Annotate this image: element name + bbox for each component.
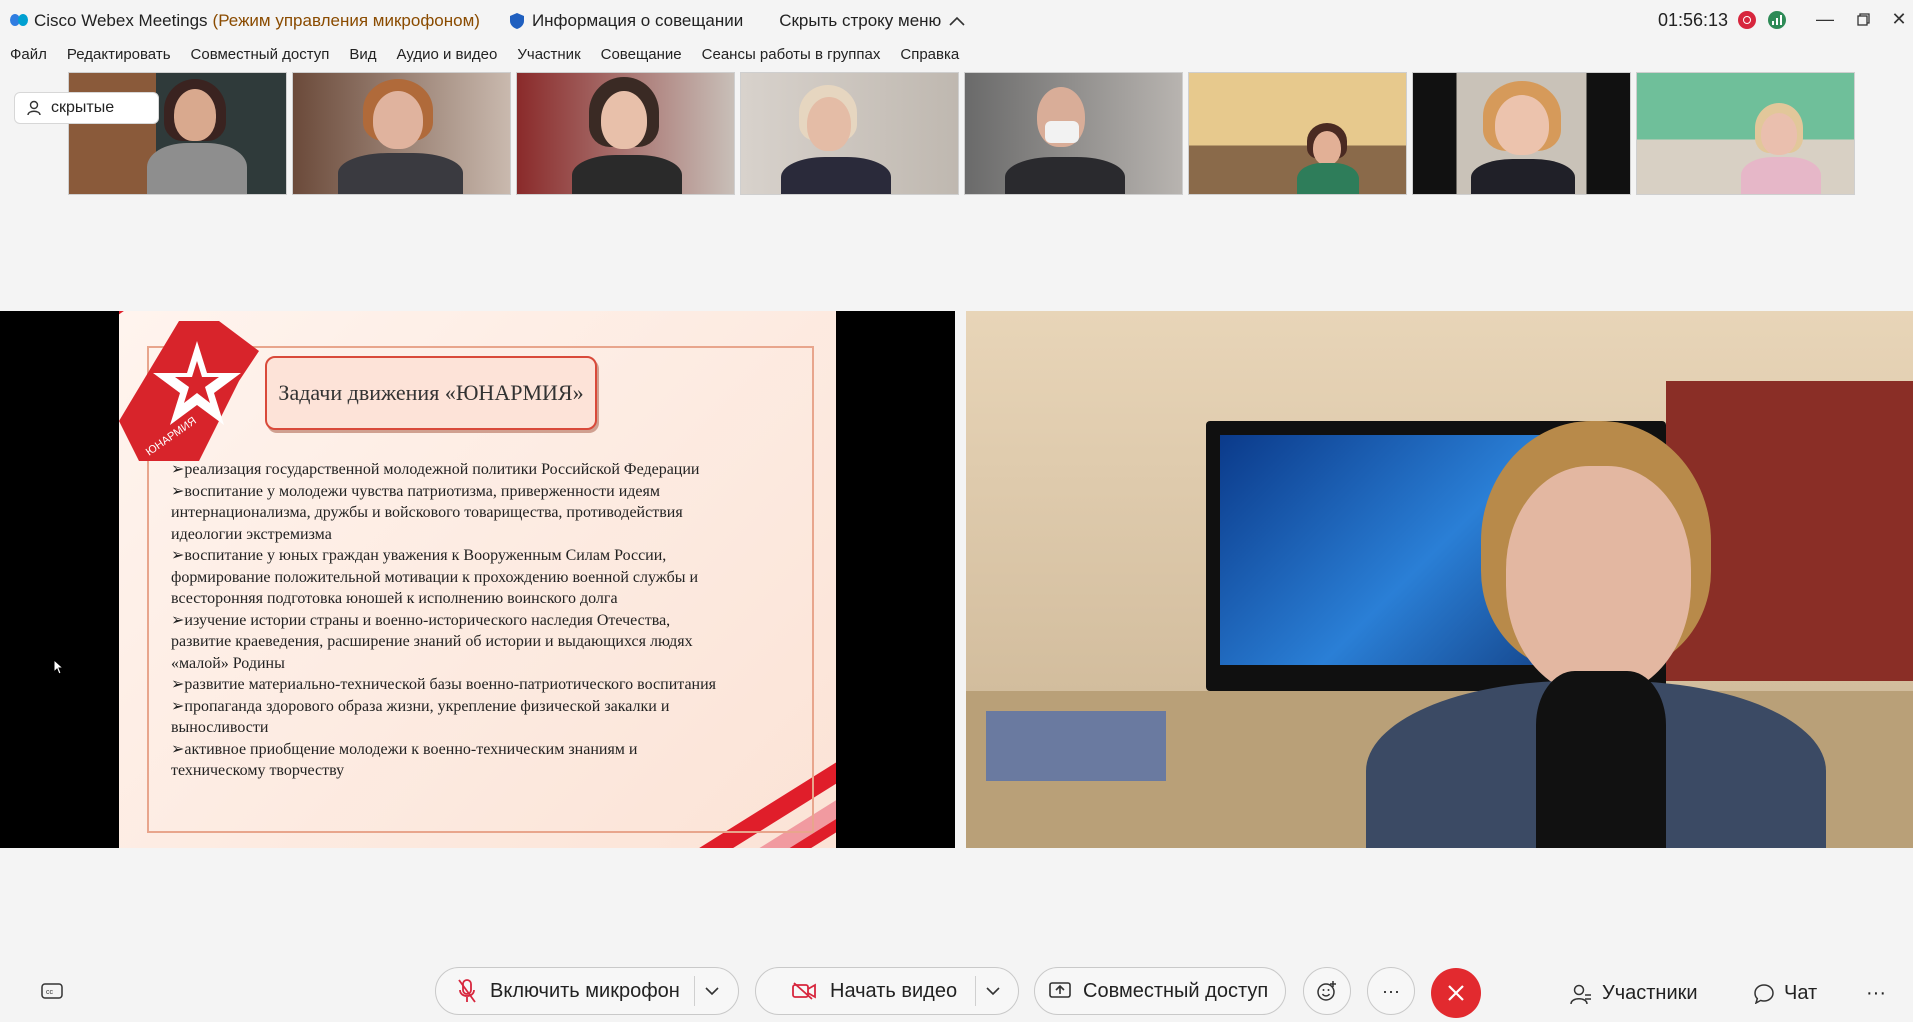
closed-captions-icon: cc <box>41 983 63 999</box>
participant-video[interactable] <box>1636 72 1855 195</box>
participant-video[interactable] <box>964 72 1183 195</box>
slide-line: ➢изучение истории страны и военно-истори… <box>171 611 671 629</box>
unmute-label: Включить микрофон <box>490 979 680 1002</box>
menu-participant[interactable]: Участник <box>517 46 580 68</box>
speaker-face <box>1506 466 1691 696</box>
menu-help[interactable]: Справка <box>900 46 959 68</box>
unmute-button[interactable]: Включить микрофон <box>435 967 739 1015</box>
panel-options-label: ··· <box>1866 982 1886 1004</box>
chevron-down-icon[interactable] <box>705 986 719 996</box>
restore-icon <box>1856 12 1870 26</box>
menu-share[interactable]: Совместный доступ <box>191 46 330 68</box>
presentation-slide: ЮНАРМИЯ Задачи движения «ЮНАРМИЯ» ➢реали… <box>119 311 836 848</box>
start-video-button[interactable]: Начать видео <box>755 967 1019 1015</box>
slide-line: ➢воспитание у молодежи чувства патриотиз… <box>171 482 660 500</box>
start-video-label: Начать видео <box>830 979 958 1002</box>
shared-content-area: ЮНАРМИЯ Задачи движения «ЮНАРМИЯ» ➢реали… <box>0 311 955 848</box>
network-health-icon[interactable] <box>1768 11 1786 29</box>
hide-menu-label: Скрыть строку меню <box>779 11 942 30</box>
menu-edit[interactable]: Редактировать <box>67 46 171 68</box>
participant-video[interactable] <box>516 72 735 195</box>
person-icon <box>27 100 41 116</box>
background-books <box>986 711 1166 781</box>
muted-microphone-icon <box>458 979 476 1003</box>
share-screen-icon <box>1049 982 1071 998</box>
close-icon <box>1448 985 1464 1001</box>
meeting-info-label: Информация о совещании <box>531 11 744 30</box>
hidden-label: скрытые <box>51 99 115 116</box>
slide-line: ➢пропаганда здорового образа жизни, укре… <box>171 697 670 715</box>
leave-meeting-button[interactable] <box>1431 968 1481 1018</box>
more-options-button[interactable]: ··· <box>1367 967 1415 1015</box>
mouse-cursor-icon <box>54 660 64 675</box>
slide-line: всесторонняя подготовка юношей к исполне… <box>171 590 618 607</box>
menu-audio-video[interactable]: Аудио и видео <box>397 46 498 68</box>
chevron-down-icon[interactable] <box>986 986 1000 996</box>
meeting-controls-bar: cc Включить микрофон Начать видео Совмес… <box>0 958 1913 1022</box>
slide-line: развитие краеведения, расширение знаний … <box>171 633 693 650</box>
participant-video[interactable] <box>292 72 511 195</box>
slide-line: формирование положительной мотивации к п… <box>171 568 699 586</box>
shield-icon <box>509 13 524 29</box>
minimize-button[interactable]: — <box>1810 6 1840 32</box>
svg-text:cc: cc <box>46 989 54 996</box>
menu-bar: Файл Редактировать Совместный доступ Вид… <box>0 46 969 68</box>
video-off-icon <box>792 982 816 1000</box>
menu-meeting[interactable]: Совещание <box>601 46 682 68</box>
hidden-participants-toggle[interactable]: скрытые <box>14 92 159 124</box>
slide-title-box: Задачи движения «ЮНАРМИЯ» <box>265 356 597 430</box>
slide-line: «малой» Родины <box>171 654 285 672</box>
slide-title: Задачи движения «ЮНАРМИЯ» <box>278 380 584 405</box>
chat-label: Чат <box>1784 982 1818 1004</box>
menu-breakout[interactable]: Сеансы работы в группах <box>702 46 881 68</box>
participants-button[interactable]: Участники <box>1570 982 1698 1005</box>
meeting-info-button[interactable]: Информация о совещании <box>509 11 744 31</box>
record-icon[interactable] <box>1738 11 1756 29</box>
slide-line: идеологии экстремизма <box>171 525 332 543</box>
more-options-label: ··· <box>1382 980 1400 1001</box>
app-title: Cisco Webex Meetings <box>34 11 208 30</box>
share-button[interactable]: Совместный доступ <box>1034 967 1286 1015</box>
emoji-add-icon <box>1317 981 1336 1001</box>
slide-line: техническому творчеству <box>171 762 345 779</box>
mic-control-mode: (Режим управления микрофоном) <box>212 11 480 30</box>
webex-logo-icon <box>10 14 28 28</box>
slide-line: выносливости <box>171 719 269 736</box>
close-window-button[interactable]: ✕ <box>1884 6 1913 32</box>
slide-body: ➢реализация государственной молодежной п… <box>171 459 811 782</box>
speaker-top <box>1536 671 1666 848</box>
participant-video[interactable] <box>1188 72 1407 195</box>
panel-options-button[interactable]: ··· <box>1866 982 1886 1005</box>
menu-view[interactable]: Вид <box>349 46 376 68</box>
slide-line: интернационализма, дружбы и войскового т… <box>171 504 683 521</box>
reactions-button[interactable] <box>1303 967 1351 1015</box>
captions-button[interactable]: cc <box>28 967 76 1015</box>
slide-line: ➢воспитание у юных граждан уважения к Во… <box>171 547 667 564</box>
slide-line: ➢развитие материально-технической базы в… <box>171 676 717 693</box>
share-label: Совместный доступ <box>1083 979 1269 1002</box>
participants-label: Участники <box>1602 982 1698 1004</box>
participants-icon <box>1570 984 1591 1004</box>
chat-button[interactable]: Чат <box>1754 982 1817 1005</box>
slide-line: ➢реализация государственной молодежной п… <box>171 461 700 478</box>
chat-bubble-icon <box>1754 983 1774 1004</box>
chevron-up-icon <box>949 16 965 26</box>
menu-file[interactable]: Файл <box>10 46 47 68</box>
active-speaker-video[interactable] <box>966 311 1913 848</box>
hide-menu-bar-button[interactable]: Скрыть строку меню <box>779 11 965 31</box>
participant-video[interactable] <box>1412 72 1631 195</box>
meeting-timer: 01:56:13 <box>1658 10 1729 30</box>
participant-video[interactable] <box>68 72 287 195</box>
slide-line: ➢активное приобщение молодежи к военно-т… <box>171 740 638 758</box>
participant-video[interactable] <box>740 72 959 195</box>
restore-button[interactable] <box>1848 6 1878 32</box>
yunarmia-star-logo-icon: ЮНАРМИЯ <box>119 321 259 461</box>
title-bar: Cisco Webex Meetings (Режим управления м… <box>0 0 1913 42</box>
